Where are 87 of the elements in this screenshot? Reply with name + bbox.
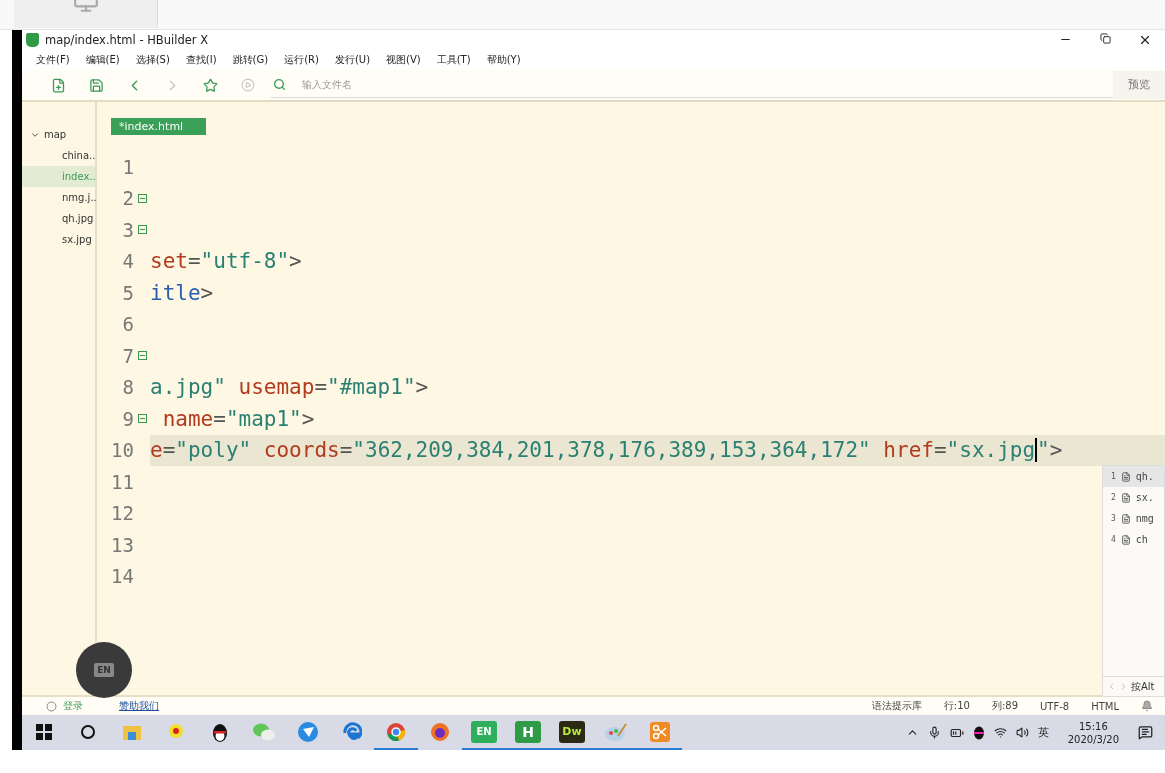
file-search-field[interactable]: 输入文件名 — [300, 78, 905, 91]
line-number: 7 — [121, 344, 134, 367]
menu-item[interactable]: 运行(R) — [276, 53, 327, 67]
tree-file[interactable]: sx.jpg — [22, 229, 95, 250]
floating-widget[interactable]: EN — [76, 642, 132, 698]
suggestion-item[interactable]: 4 ch — [1103, 529, 1164, 550]
en-logo: EN — [471, 720, 497, 743]
line-number: 4 — [121, 250, 134, 273]
user-icon — [46, 700, 57, 712]
suggestion-item[interactable]: 1 qh. — [1103, 466, 1164, 487]
bell-icon — [1141, 700, 1153, 712]
clock[interactable]: 15:16 2020/3/20 — [1067, 719, 1119, 746]
menu-item[interactable]: 查找(I) — [177, 53, 225, 67]
restore-icon[interactable] — [1099, 33, 1111, 44]
line-number: 11 — [110, 470, 134, 493]
app-logo — [26, 33, 39, 47]
file-icon — [1120, 513, 1131, 524]
taskbar-app[interactable]: Dw — [550, 715, 594, 750]
chat-icon — [252, 721, 276, 742]
window-title: map/index.html - HBuilder X — [45, 33, 209, 47]
preview-button[interactable]: 预览 — [1113, 71, 1165, 99]
menu-item[interactable]: 工具(T) — [428, 53, 479, 67]
scissors-icon — [649, 720, 671, 743]
menu-item[interactable]: 选择(S) — [127, 53, 178, 67]
search-icon — [273, 78, 287, 91]
suggestion-item[interactable]: 2 sx. — [1103, 487, 1164, 508]
file-icon — [1120, 492, 1131, 503]
star-icon[interactable] — [202, 77, 218, 93]
search-icon — [80, 723, 96, 740]
menu-item[interactable]: 跳转(G) — [224, 53, 277, 67]
dw-logo: Dw — [559, 720, 585, 743]
windows-icon — [35, 722, 53, 741]
line-number: 10 — [110, 439, 134, 462]
line-number: 6 — [121, 313, 134, 336]
bird-icon — [297, 720, 319, 743]
code-line: itle> — [150, 279, 215, 307]
line-number: 14 — [110, 565, 134, 588]
palette-icon — [604, 721, 628, 742]
line-number: 9 — [121, 407, 134, 430]
status-item: UTF-8 — [1040, 700, 1070, 712]
tree-file[interactable]: china.. — [22, 145, 95, 166]
sponsor-link[interactable]: 赞助我们 — [119, 699, 159, 713]
suggestion-item[interactable]: 3 nmg — [1103, 508, 1164, 529]
login-link[interactable]: 登录 — [63, 699, 83, 713]
line-number: 5 — [121, 281, 134, 304]
tree-file[interactable]: qh.jpg — [22, 208, 95, 229]
popup-hint: 按Alt — [1131, 679, 1155, 694]
new-file-icon[interactable] — [51, 77, 67, 93]
close-icon[interactable] — [1138, 33, 1152, 47]
wifi-icon — [993, 726, 1007, 739]
fold-icon[interactable] — [138, 351, 147, 361]
file-icon — [1120, 534, 1131, 545]
fold-icon[interactable] — [138, 225, 147, 235]
e-logo-icon — [342, 721, 362, 742]
chrome-icon — [386, 721, 406, 742]
firefox-icon — [430, 721, 450, 742]
volume-icon — [1015, 726, 1029, 739]
code-line: a.jpg" usemap="#map1"> — [150, 374, 430, 402]
notification-icon — [1138, 725, 1153, 740]
line-number: 2 — [121, 187, 134, 210]
file-icon — [1120, 471, 1131, 482]
status-item: 语法提示库 — [871, 699, 922, 713]
line-number: 8 — [121, 376, 134, 399]
line-number: 3 — [121, 218, 134, 241]
status-item: HTML — [1091, 700, 1119, 712]
penguin-icon — [972, 725, 985, 740]
menu-item[interactable]: 发行(U) — [326, 53, 379, 67]
code-line: set="utf-8"> — [150, 248, 303, 276]
menu-item[interactable]: 编辑(E) — [77, 53, 128, 67]
status-item: 列:89 — [991, 699, 1018, 713]
tree-folder[interactable]: map — [22, 124, 95, 145]
tree-file[interactable]: nmg.j.. — [22, 187, 95, 208]
input-language[interactable]: 英 — [1037, 725, 1049, 740]
menu-item[interactable]: 文件(F) — [28, 53, 78, 67]
h-logo: H — [515, 720, 541, 743]
taskbar-app[interactable]: H — [506, 715, 550, 750]
line-number: 12 — [110, 502, 134, 525]
line-number: 13 — [110, 533, 134, 556]
fold-icon[interactable] — [138, 414, 147, 424]
menu-item[interactable]: 帮助(Y) — [478, 53, 529, 67]
status-item: 行:10 — [943, 699, 970, 713]
menu-item[interactable]: 视图(V) — [378, 53, 429, 67]
microphone-icon — [927, 726, 941, 739]
save-icon[interactable] — [89, 77, 105, 93]
fold-icon[interactable] — [138, 193, 147, 203]
line-number: 1 — [121, 155, 134, 178]
code-line: name="map1"> — [161, 405, 316, 433]
